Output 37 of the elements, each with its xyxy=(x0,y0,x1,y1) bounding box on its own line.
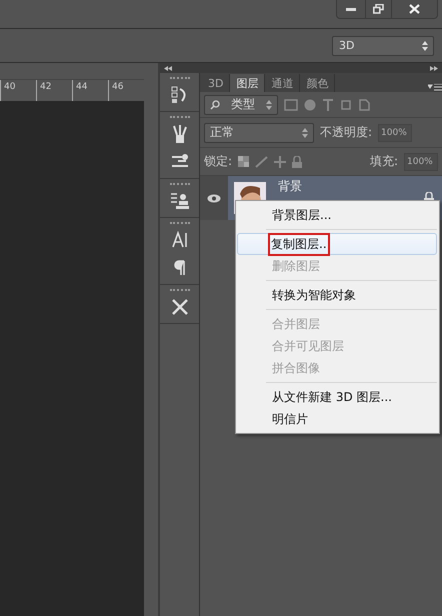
move-icon xyxy=(274,156,286,168)
minimize-icon xyxy=(346,8,356,10)
adjustment-filter-icon xyxy=(304,98,316,110)
restore-icon xyxy=(373,4,384,14)
stepper-arrows-icon xyxy=(302,128,308,138)
filter-dropdown[interactable]: 类型 xyxy=(204,94,278,114)
fill-field[interactable]: 100% xyxy=(404,152,438,170)
stepper-arrows-icon xyxy=(422,40,428,50)
history-icon xyxy=(170,85,188,105)
menu-item[interactable]: 明信片 xyxy=(238,408,437,430)
lock-label: 锁定: xyxy=(204,153,232,170)
search-icon xyxy=(210,100,220,110)
menu-item[interactable]: 从文件新建 3D 图层... xyxy=(238,386,437,408)
brush-icon xyxy=(255,156,268,168)
menu-item[interactable]: 复制图层.. xyxy=(237,233,437,255)
type-filter-icon xyxy=(322,98,334,110)
image-filter-icon xyxy=(284,98,298,110)
lock-transparency-icon xyxy=(238,156,250,167)
stepper-arrows-icon xyxy=(266,100,272,110)
opacity-field[interactable]: 100% xyxy=(378,124,412,142)
smart-object-filter-icon xyxy=(358,98,370,110)
collapse-icon xyxy=(164,66,172,70)
close-icon xyxy=(409,4,420,14)
panel-tab[interactable]: 图层 xyxy=(230,74,266,92)
lock-icon xyxy=(292,156,302,168)
shape-filter-icon xyxy=(340,98,352,110)
opacity-label: 不透明度: xyxy=(320,124,372,141)
layer-name: 背景 xyxy=(278,178,303,195)
character-icon xyxy=(170,231,188,249)
expand-icon xyxy=(430,66,438,70)
fill-label: 填充: xyxy=(370,153,398,170)
workspace-dropdown[interactable]: 3D xyxy=(332,36,434,56)
brushes-icon xyxy=(170,124,188,144)
panel-menu-icon xyxy=(428,84,442,92)
menu-item[interactable]: 转换为智能对象 xyxy=(238,284,437,306)
blend-mode-dropdown[interactable]: 正常 xyxy=(204,122,314,142)
paragraph-icon xyxy=(172,259,186,277)
